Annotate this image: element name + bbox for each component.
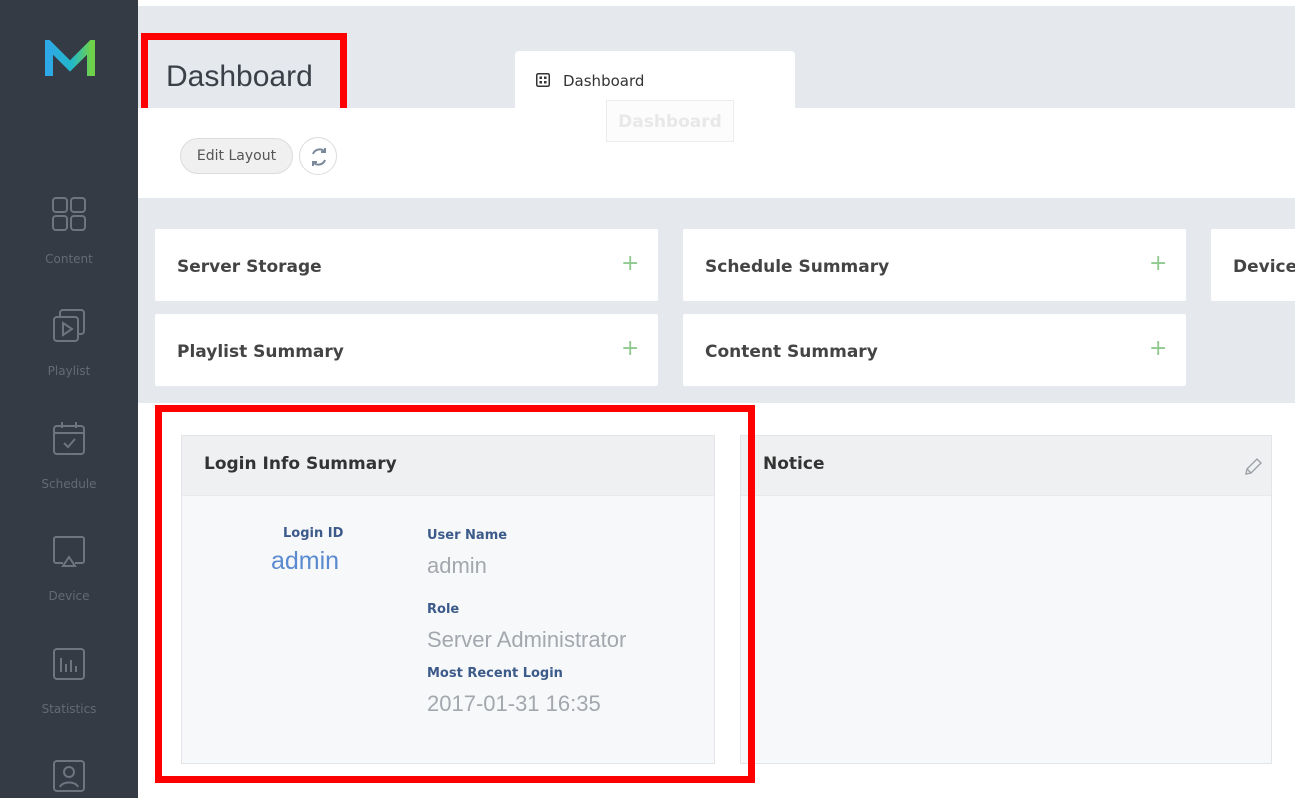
widget-device[interactable]: Device [1211, 229, 1295, 301]
login-info-highlight-box [155, 405, 755, 783]
refresh-button[interactable] [299, 137, 337, 175]
notice-panel: Notice [740, 435, 1272, 764]
widget-content-summary[interactable]: Content Summary + [683, 314, 1186, 386]
sidebar: Content Playlist Schedule Device Statist… [0, 0, 138, 798]
schedule-icon [53, 422, 85, 455]
widget-title: Schedule Summary [705, 257, 890, 277]
sidebar-item-label: Schedule [41, 477, 97, 491]
add-widget-button[interactable]: + [621, 336, 639, 361]
sidebar-item-user[interactable] [0, 758, 138, 798]
sidebar-item-schedule[interactable]: Schedule [0, 421, 138, 533]
refresh-icon [312, 148, 326, 166]
widget-title: Playlist Summary [177, 342, 344, 362]
sidebar-item-statistics[interactable]: Statistics [0, 646, 138, 758]
add-widget-button[interactable]: + [1149, 336, 1167, 361]
edit-layout-button[interactable]: Edit Layout [180, 138, 293, 174]
sidebar-item-content[interactable]: Content [0, 196, 138, 308]
user-icon [53, 760, 85, 792]
widget-title: Server Storage [177, 257, 322, 277]
sidebar-item-label: Content [45, 252, 93, 266]
widget-title: Content Summary [705, 342, 878, 362]
widget-schedule-summary[interactable]: Schedule Summary + [683, 229, 1186, 301]
content-icon [52, 197, 86, 231]
widget-playlist-summary[interactable]: Playlist Summary + [155, 314, 658, 386]
drag-ghost-tab: Dashboard [606, 100, 734, 142]
sidebar-item-playlist[interactable]: Playlist [0, 308, 138, 420]
device-icon [53, 536, 85, 567]
m-logo[interactable] [44, 40, 96, 80]
statistics-icon [53, 648, 85, 680]
widget-title: Device [1233, 257, 1295, 277]
pencil-icon[interactable] [1243, 457, 1263, 477]
sidebar-item-label: Device [48, 589, 90, 603]
sidebar-item-label: Statistics [41, 702, 97, 716]
widget-server-storage[interactable]: Server Storage + [155, 229, 658, 301]
title-highlight-box [141, 33, 347, 115]
grid-icon [536, 73, 550, 87]
panel-title: Notice [763, 454, 825, 474]
add-widget-button[interactable]: + [1149, 251, 1167, 276]
playlist-icon [53, 309, 85, 342]
sidebar-item-label: Playlist [47, 364, 91, 378]
sidebar-item-device[interactable]: Device [0, 533, 138, 645]
tab-label: Dashboard [563, 72, 645, 90]
panel-header: Notice [741, 436, 1271, 496]
add-widget-button[interactable]: + [621, 251, 639, 276]
